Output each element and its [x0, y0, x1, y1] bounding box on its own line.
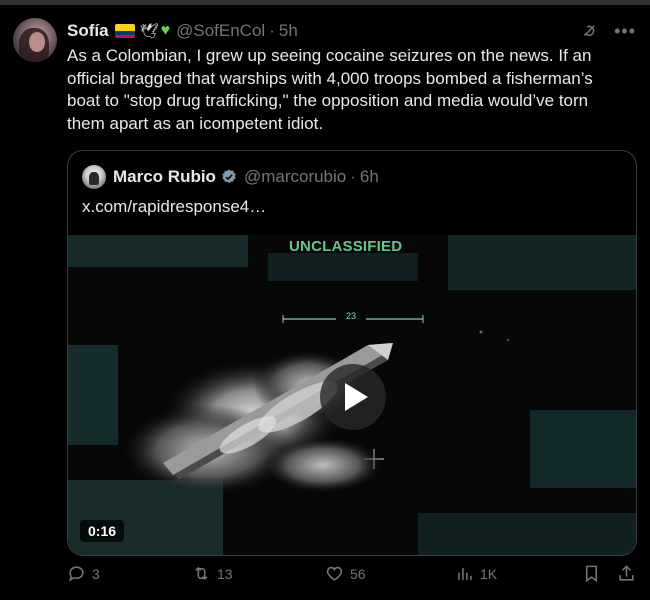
video-player[interactable]: UNCLASSIFIED 23 0:16	[68, 235, 636, 555]
author-handle[interactable]: @SofEnCol	[176, 21, 265, 41]
views-button[interactable]: 1K	[455, 564, 497, 583]
more-icon[interactable]: •••	[614, 22, 636, 40]
repost-count: 13	[217, 565, 233, 582]
play-icon	[345, 383, 368, 411]
quote-author-name[interactable]: Marco Rubio	[113, 167, 216, 187]
quote-header: Marco Rubio @marcorubio · 6h	[82, 165, 379, 189]
separator-dot: ·	[269, 21, 275, 40]
bookmark-icon	[585, 565, 598, 583]
quote-time[interactable]: 6h	[360, 167, 379, 187]
share-button[interactable]	[617, 564, 636, 583]
bookmark-button[interactable]	[582, 564, 601, 583]
author-avatar[interactable]	[13, 18, 57, 62]
views-icon	[458, 567, 472, 580]
share-icon	[619, 565, 634, 581]
tweet[interactable]: Sofía 🕊 ♥ @SofEnCol · 5h ••• As a Colomb…	[0, 5, 650, 600]
author-name[interactable]: Sofía	[67, 21, 109, 41]
action-bar: 3 13 56 1K	[67, 564, 640, 588]
verified-badge-icon	[222, 169, 236, 184]
like-count: 56	[350, 565, 366, 582]
reticle-number-text: 23	[346, 311, 356, 321]
green-heart-icon: ♥	[160, 22, 171, 39]
quote-separator-dot: ·	[350, 167, 356, 186]
dove-icon: 🕊	[139, 23, 159, 40]
quote-author-avatar[interactable]	[82, 165, 106, 189]
reply-count: 3	[92, 565, 100, 582]
repost-icon	[195, 566, 208, 581]
like-button[interactable]: 56	[325, 564, 366, 583]
play-button[interactable]	[320, 364, 386, 430]
grok-icon[interactable]	[580, 22, 598, 40]
heart-icon	[326, 566, 343, 581]
reply-button[interactable]: 3	[67, 564, 100, 583]
repost-button[interactable]: 13	[192, 564, 233, 583]
colombia-flag-icon	[114, 24, 135, 38]
quoted-tweet[interactable]: Marco Rubio @marcorubio · 6h x.com/rapid…	[67, 150, 637, 556]
tweet-text: As a Colombian, I grew up seeing cocaine…	[67, 46, 593, 133]
quote-link[interactable]: x.com/rapidresponse4…	[82, 197, 266, 217]
views-count: 1K	[480, 565, 498, 582]
reply-icon	[68, 566, 84, 582]
tweet-time[interactable]: 5h	[279, 21, 298, 41]
video-duration: 0:16	[80, 520, 125, 542]
tweet-header: Sofía 🕊 ♥ @SofEnCol · 5h •••	[67, 20, 636, 42]
quote-author-handle[interactable]: @marcorubio	[244, 167, 346, 187]
